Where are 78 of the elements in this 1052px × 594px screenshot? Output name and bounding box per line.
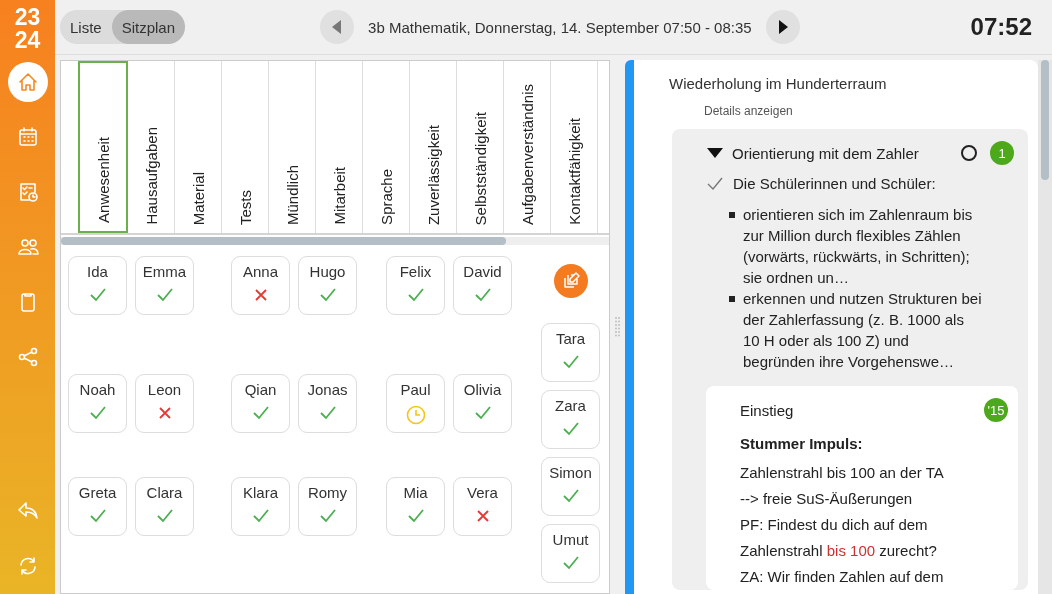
student-seat[interactable]: Simon	[541, 457, 600, 516]
student-seat[interactable]: Emma	[135, 256, 194, 315]
check-icon	[707, 176, 723, 191]
next-button[interactable]	[765, 10, 800, 44]
student-seat[interactable]: Leon	[135, 374, 194, 433]
student-seat[interactable]: Zara	[541, 390, 600, 449]
student-seat[interactable]: Vera	[453, 477, 512, 536]
student-seat[interactable]: Olivia	[453, 374, 512, 433]
student-seat[interactable]: Greta	[68, 477, 127, 536]
student-seat[interactable]: Paul	[386, 374, 445, 433]
school-year: 23 24	[14, 6, 41, 52]
lesson-title: 3b Mathematik, Donnerstag, 14. September 07:50 - 08:35	[368, 18, 752, 36]
bullet-icon	[729, 212, 735, 218]
student-seat[interactable]: David	[453, 256, 512, 315]
student-name: Mia	[403, 484, 428, 501]
student-name: Felix	[399, 263, 432, 280]
goal-title: Orientierung mit dem Zahler	[732, 144, 920, 162]
details-link[interactable]: Details anzeigen	[704, 104, 793, 118]
student-seat[interactable]: Umut	[541, 524, 600, 583]
left-triangle-icon	[332, 20, 343, 34]
duration-badge: '15	[984, 398, 1008, 422]
student-name: Simon	[549, 464, 592, 481]
student-seat[interactable]: Tara	[541, 323, 600, 382]
student-name: Anna	[242, 263, 278, 280]
student-name: Tara	[555, 330, 586, 347]
student-name: Zara	[555, 397, 586, 414]
lesson-plan-title: Wiederholung im Hunderterraum	[669, 75, 888, 92]
view-tab[interactable]: Sitzplan	[111, 10, 186, 44]
student-name: Klara	[243, 484, 278, 501]
student-name: Noah	[79, 381, 116, 398]
phase-heading: Stummer Impuls:	[740, 434, 864, 454]
phase-title: Einstieg	[740, 401, 794, 419]
goal-bullet-text: erkennen und nutzen Strukturen bei der Zahlerfassung (z. B. 1000 als 10 H oder als 100 Z) und begründen ihre Vorgehenswe…	[743, 289, 983, 372]
student-name: Paul	[400, 381, 431, 398]
student-name: Greta	[78, 484, 117, 501]
vertical-scrollbar[interactable]	[1038, 60, 1052, 594]
bullet-icon	[729, 296, 735, 302]
student-seat[interactable]: Klara	[231, 477, 290, 536]
category-column-header[interactable]: Anwesenheit	[78, 61, 128, 233]
student-seat[interactable]: Hugo	[298, 256, 357, 315]
expand-triangle-icon[interactable]	[707, 148, 723, 158]
student-name: Romy	[307, 484, 348, 501]
student-seat[interactable]: Ida	[68, 256, 127, 315]
student-name: Clara	[146, 484, 183, 501]
phase-text: --> freie SuS-Äußerungen	[740, 489, 914, 509]
student-seat[interactable]: Felix	[386, 256, 445, 315]
phase-text: Zahlenstrahl bis 100 an der TA	[740, 463, 945, 483]
student-seat[interactable]: Qian	[231, 374, 290, 433]
student-name: Ida	[87, 263, 108, 280]
goal-bullet-text: orientieren sich im Zahlenraum bis zur Million durch flexibles Zählen (vorwärts, rückwärts, in Schritten); sie ordnen un…	[743, 205, 974, 288]
status-circle-icon[interactable]	[961, 145, 977, 161]
right-triangle-icon	[777, 20, 788, 34]
clock: 07:52	[970, 13, 1032, 41]
student-seat[interactable]: Mia	[386, 477, 445, 536]
student-name: Hugo	[309, 263, 346, 280]
student-name: Emma	[142, 263, 187, 280]
student-name: Qian	[244, 381, 277, 398]
goal-intro: Die Schülerinnen und Schüler:	[733, 175, 936, 192]
student-name: Vera	[467, 484, 498, 501]
student-name: Jonas	[307, 381, 348, 398]
home-icon[interactable]	[7, 62, 48, 102]
edit-button[interactable]	[553, 264, 588, 298]
student-seat[interactable]: Anna	[231, 256, 290, 315]
student-name: David	[463, 263, 502, 280]
student-seat[interactable]: Clara	[135, 477, 194, 536]
student-seat[interactable]: Jonas	[298, 374, 357, 433]
student-name: Leon	[147, 381, 182, 398]
student-seat[interactable]: Noah	[68, 374, 127, 433]
student-seat[interactable]: Romy	[298, 477, 357, 536]
phase-text: PF: Findest du dich auf dem Zahlenstrahl bis 100 zurecht?	[740, 515, 938, 561]
student-name: Umut	[552, 531, 589, 548]
phase-text: ZA: Wir finden Zahlen auf dem	[740, 567, 945, 587]
previous-button[interactable]	[320, 10, 355, 44]
horizontal-scrollbar[interactable]	[61, 237, 609, 245]
student-name: Olivia	[463, 381, 502, 398]
resize-handle[interactable]	[615, 316, 620, 338]
view-tab[interactable]: Liste	[60, 10, 112, 44]
count-badge: 1	[990, 141, 1014, 165]
